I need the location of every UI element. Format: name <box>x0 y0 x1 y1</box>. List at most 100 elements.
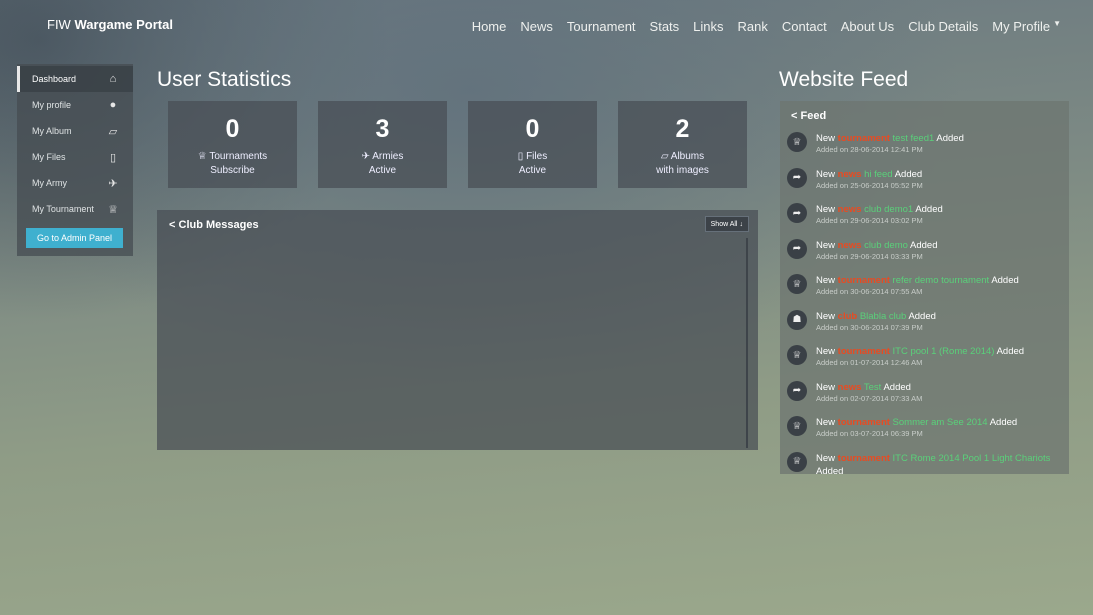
feed-item: ➦ New news hi feed Added Added on 25-06-20… <box>787 167 1065 204</box>
feed-type[interactable]: news <box>838 382 862 393</box>
stat-label: Albums <box>670 151 705 162</box>
club-messages-label: Club Messages <box>178 219 259 231</box>
nav-links[interactable]: Links <box>693 19 723 34</box>
feed-suffix: Added <box>908 310 936 322</box>
feed-date: Added on 30-06-2014 07:55 AM <box>816 287 923 296</box>
trophy-icon: ♕ <box>787 416 807 436</box>
sidebar-item-my-profile[interactable]: My profile ● <box>17 92 133 118</box>
stat-value: 0 <box>225 115 240 143</box>
top-nav: Home News Tournament Stats Links Rank Co… <box>458 19 1061 34</box>
feed-item-link[interactable]: Sommer am See 2014 <box>893 417 988 428</box>
share-icon: ➦ <box>787 167 807 188</box>
feed-prefix: New <box>816 275 836 286</box>
trophy-icon: ♕ <box>108 203 118 216</box>
stat-label: Tournaments <box>209 151 268 162</box>
feed-type[interactable]: tournament <box>838 133 890 144</box>
feed-prefix: New <box>816 204 836 215</box>
feed-item: ☗ New club Blabla club Added Added on 30-0… <box>787 309 1065 346</box>
sidebar-item-label: My Tournament <box>32 204 94 214</box>
feed-suffix: Added <box>991 275 1019 286</box>
feed-item: ♕ New tournament refer demo tournament Ad… <box>787 274 1065 310</box>
trophy-icon: ♕ <box>197 151 207 162</box>
user-icon: ● <box>109 99 117 111</box>
feed-item-link[interactable]: ITC Rome 2014 Pool 1 Light Chariots <box>893 453 1051 464</box>
feed-type[interactable]: tournament <box>838 417 890 428</box>
stat-value: 3 <box>375 115 390 143</box>
feed-prefix: New <box>816 310 836 322</box>
brand-logo[interactable]: FIW Wargame Portal <box>47 17 173 32</box>
feed-suffix: Added <box>910 239 938 251</box>
feed-type[interactable]: tournament <box>838 275 890 286</box>
feed-suffix: Added <box>936 133 964 144</box>
feed-prefix: New <box>816 381 836 393</box>
trophy-icon: ♕ <box>787 274 807 294</box>
brand-prefix: FIW <box>47 17 71 32</box>
feed-item: ➦ New news Test Added Added on 02-07-2014 … <box>787 380 1065 417</box>
feed-item-link[interactable]: refer demo tournament <box>893 275 990 286</box>
show-all-label: Show All <box>710 220 738 228</box>
feed-date: Added on 01-07-2014 12:46 AM <box>816 358 923 367</box>
sidebar-item-my-tournament[interactable]: My Tournament ♕ <box>17 196 133 222</box>
club-messages-title: < Club Messages <box>169 219 259 231</box>
feed-item: ➦ New news club demo Added Added on 29-06-… <box>787 238 1065 275</box>
share-icon: < <box>169 219 176 231</box>
sidebar-item-my-army[interactable]: My Army ✈ <box>17 170 133 196</box>
feed-prefix: New <box>816 452 836 464</box>
feed-item-link[interactable]: hi feed <box>864 169 893 180</box>
trophy-icon: ♕ <box>787 132 807 152</box>
nav-contact[interactable]: Contact <box>782 19 827 34</box>
nav-tournament[interactable]: Tournament <box>567 19 636 34</box>
feed-date: Added on 02-07-2014 07:33 AM <box>816 393 923 403</box>
nav-rank[interactable]: Rank <box>738 19 768 34</box>
feed-date: Added on 25-06-2014 05:52 PM <box>816 180 923 190</box>
share-icon: < <box>791 110 798 122</box>
nav-about-us[interactable]: About Us <box>841 19 894 34</box>
sidebar-item-my-files[interactable]: My Files ▯ <box>17 144 133 170</box>
feed-prefix: New <box>816 417 836 428</box>
feed-type[interactable]: tournament <box>838 453 890 464</box>
feed-item-link[interactable]: ITC pool 1 (Rome 2014) <box>893 346 995 357</box>
sidebar-item-dashboard[interactable]: Dashboard ⌂ <box>17 66 133 92</box>
stat-sublabel: Active <box>368 165 397 176</box>
nav-stats[interactable]: Stats <box>650 19 680 34</box>
nav-news[interactable]: News <box>520 19 553 34</box>
feed-type[interactable]: news <box>838 169 862 180</box>
caret-down-icon[interactable]: ▼ <box>1053 19 1061 34</box>
feed-prefix: New <box>816 133 836 144</box>
admin-panel-button[interactable]: Go to Admin Panel <box>26 228 123 248</box>
trophy-icon: ♕ <box>787 345 807 365</box>
scrollbar[interactable] <box>746 238 748 448</box>
feed-item: ♕ New tournament ITC Rome 2014 Pool 1 Lig… <box>787 451 1065 474</box>
feed-label: Feed <box>800 110 827 122</box>
feed-item-link[interactable]: Blabla club <box>860 311 906 322</box>
feed-suffix: Added <box>989 417 1018 428</box>
feed-item-link[interactable]: club demo1 <box>864 204 913 215</box>
feed-prefix: New <box>816 346 836 357</box>
feed-type[interactable]: club <box>838 311 858 322</box>
plane-icon: ✈ <box>108 177 118 190</box>
stat-card: 0 ♕ Tournaments Subscribe <box>168 101 297 188</box>
nav-my-profile[interactable]: My Profile <box>992 19 1050 34</box>
feed-prefix: New <box>816 168 836 180</box>
feed-panel-title: < Feed <box>791 110 826 122</box>
feed-type[interactable]: tournament <box>838 346 890 357</box>
club-messages-panel: < Club Messages Show All ↓ <box>157 210 758 450</box>
file-icon: ▯ <box>517 151 524 162</box>
sidebar-item-label: Dashboard <box>32 74 77 84</box>
feed-item-link[interactable]: test feed1 <box>893 133 935 144</box>
feed-item-link[interactable]: Test <box>864 382 881 393</box>
show-all-button[interactable]: Show All ↓ <box>704 216 749 232</box>
plane-icon: ✈ <box>361 151 371 162</box>
feed-type[interactable]: news <box>838 240 862 251</box>
feed-type[interactable]: news <box>838 204 862 215</box>
brand-name: Wargame Portal <box>74 17 173 32</box>
feed-date: Added on 29-06-2014 03:33 PM <box>816 251 923 261</box>
nav-home[interactable]: Home <box>472 19 507 34</box>
sidebar-item-my-album[interactable]: My Album ▱ <box>17 118 133 144</box>
feed-suffix: Added <box>915 204 943 215</box>
feed-date: Added on 29-06-2014 03:02 PM <box>816 216 923 225</box>
feed-item-link[interactable]: club demo <box>864 240 908 251</box>
stat-card: 2 ▱ Albums with images <box>618 101 747 188</box>
stat-card: 0 ▯ Files Active <box>468 101 597 188</box>
nav-club-details[interactable]: Club Details <box>908 19 978 34</box>
